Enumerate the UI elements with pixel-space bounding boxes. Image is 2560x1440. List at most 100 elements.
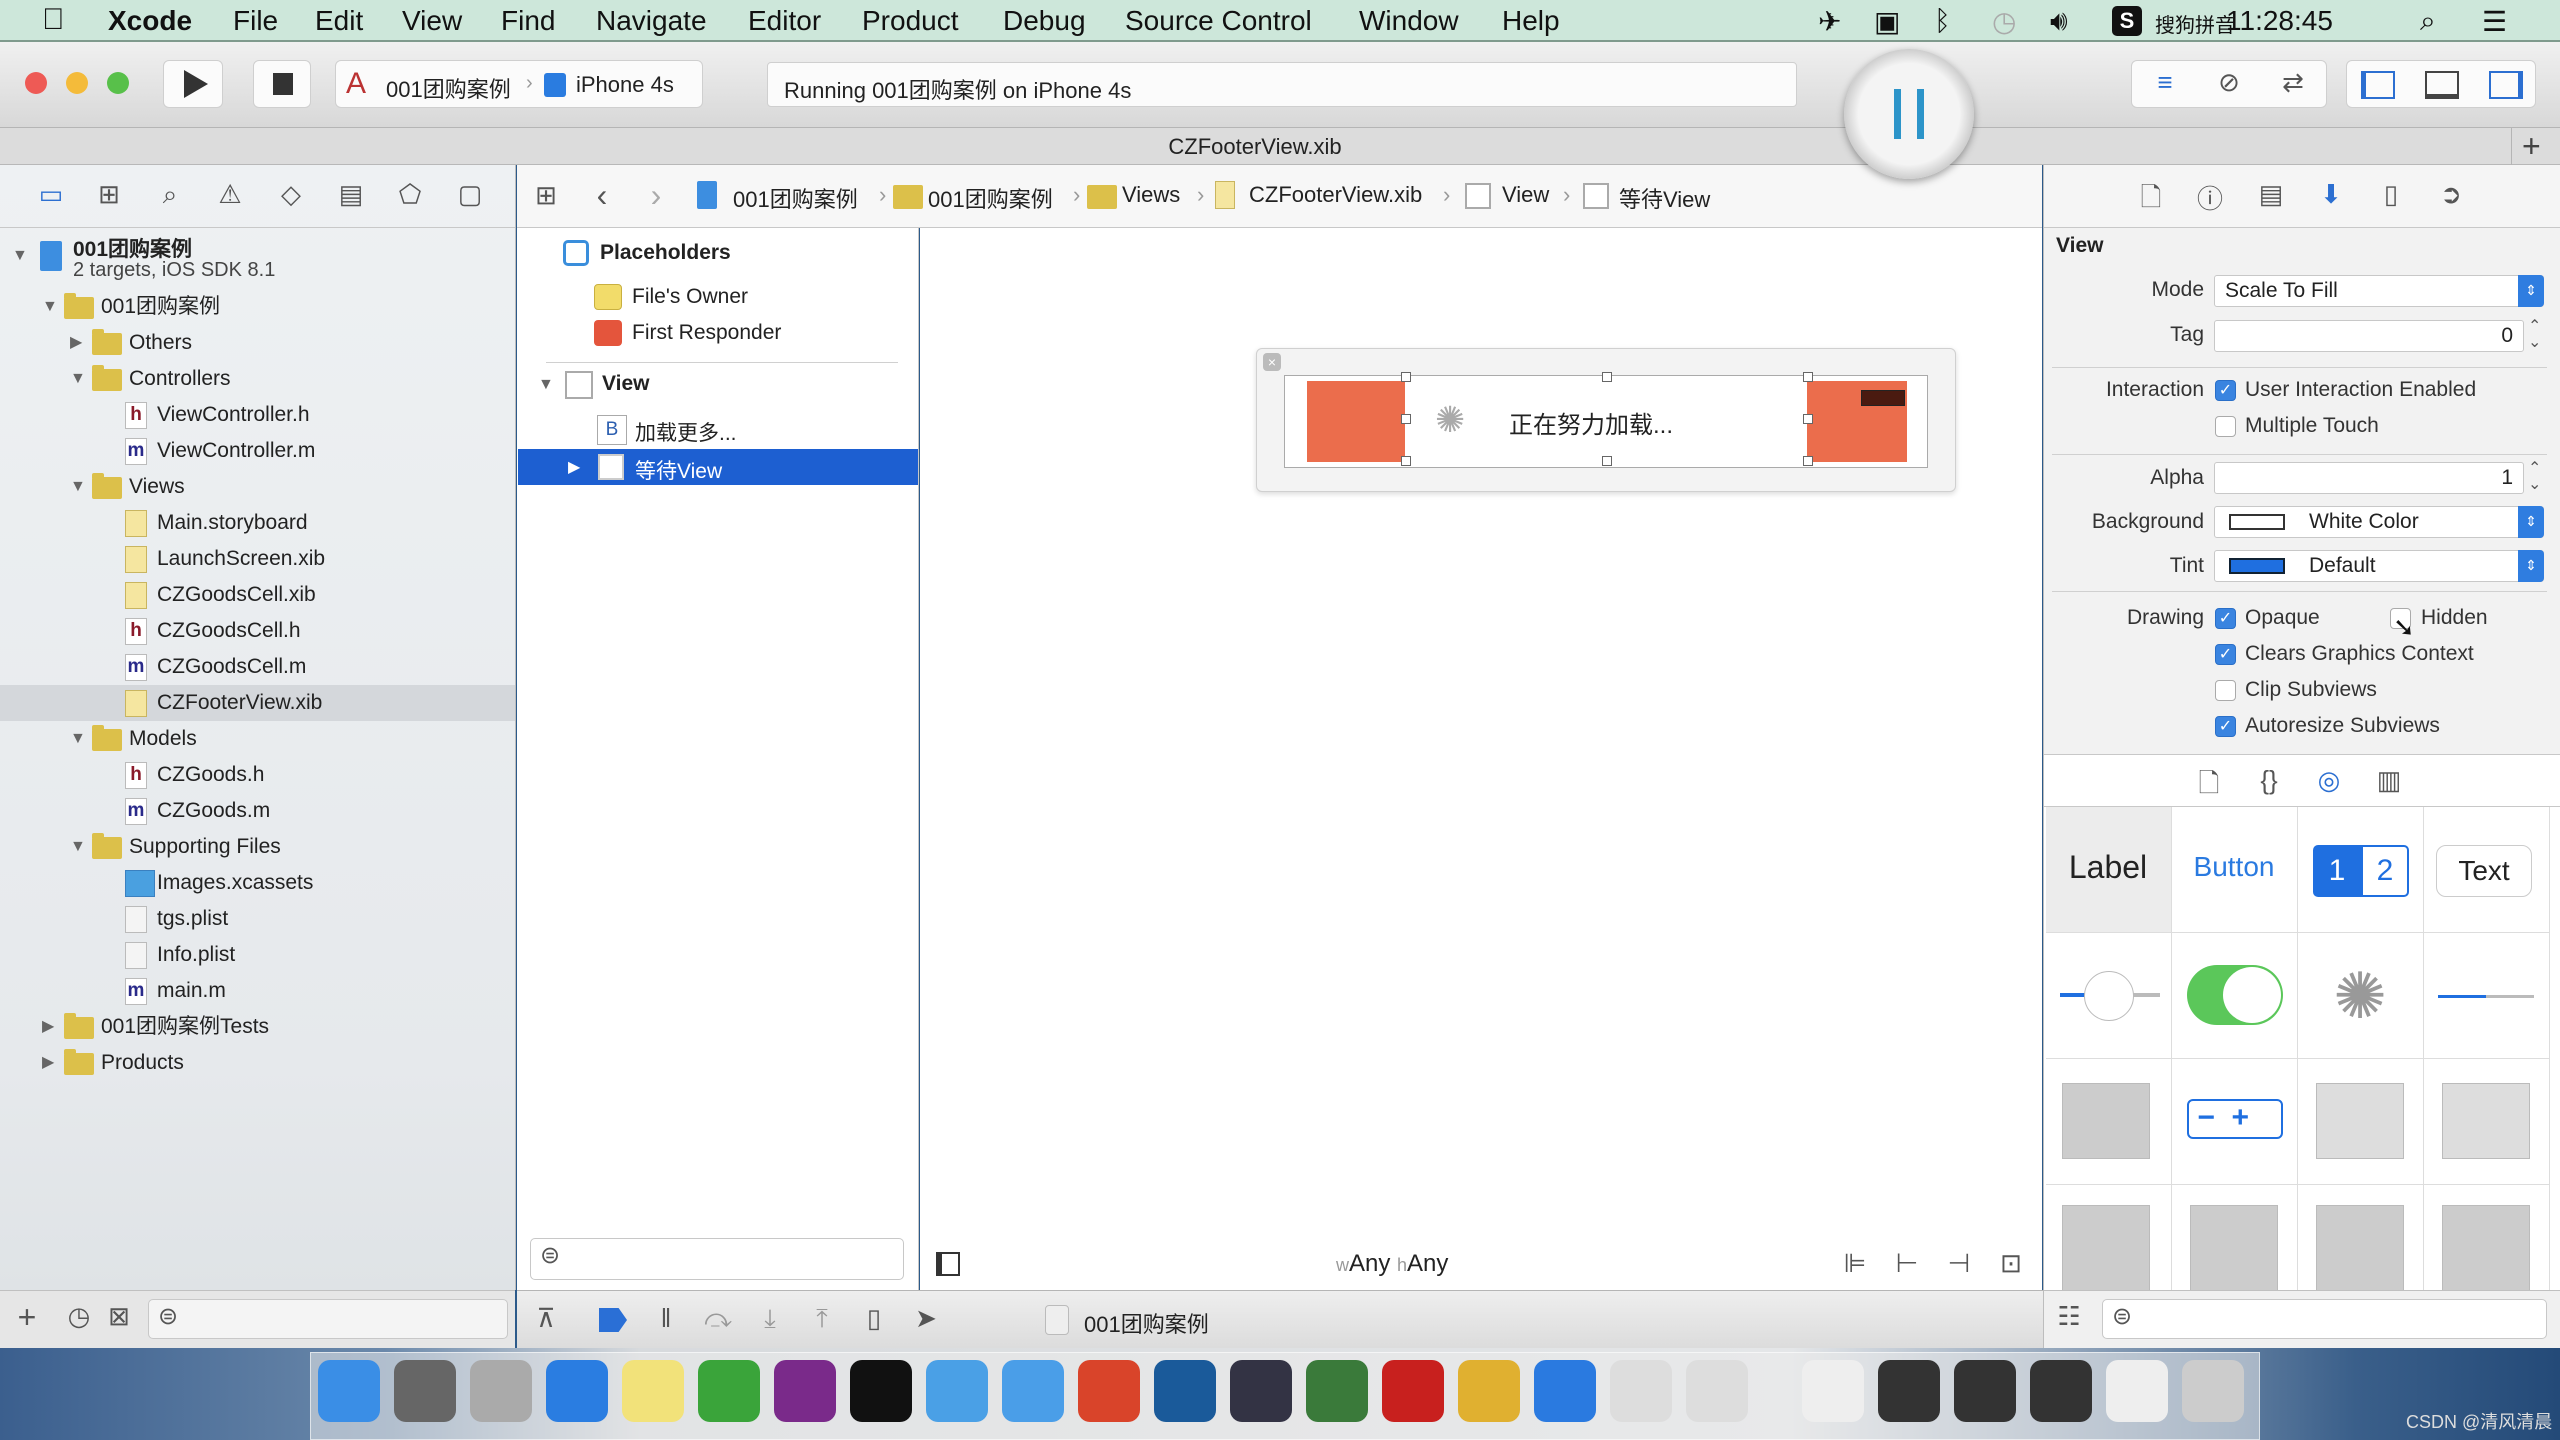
onenote-icon[interactable] <box>774 1360 836 1422</box>
identity-inspector-icon[interactable]: ▤ <box>2256 179 2286 210</box>
standard-editor-icon[interactable]: ≡ <box>2140 67 2190 98</box>
outline-view[interactable]: View <box>602 372 649 396</box>
instruments-icon[interactable] <box>1686 1360 1748 1422</box>
library-collection-view-cell[interactable] <box>2298 1185 2424 1290</box>
align-icon[interactable]: ⊫ <box>1838 1248 1872 1279</box>
disclosure-open-icon[interactable]: ▼ <box>70 361 86 397</box>
trash-icon[interactable] <box>2182 1360 2244 1422</box>
screen-record-icon[interactable]: ▣ <box>1874 5 1900 38</box>
bluetooth-icon[interactable]: ᛒ <box>1934 5 1951 37</box>
file-tree-row[interactable]: ▼ Supporting Files <box>0 829 515 865</box>
folder-icon[interactable] <box>1002 1360 1064 1422</box>
system-preferences-icon[interactable] <box>394 1360 456 1422</box>
movie-app-icon[interactable] <box>1230 1360 1292 1422</box>
breakpoint-navigator-icon[interactable]: ⬠ <box>395 179 425 210</box>
tab-czfooterview[interactable]: CZFooterView.xib <box>0 134 2510 160</box>
library-scroll-view[interactable] <box>2424 1185 2550 1290</box>
run-button[interactable] <box>163 60 223 108</box>
loading-label[interactable]: 正在努力加载... <box>1509 405 1673 440</box>
library-image-view[interactable] <box>2046 1185 2172 1290</box>
close-scene-icon[interactable]: × <box>1263 353 1281 371</box>
sogou-icon[interactable]: S <box>2112 6 2142 36</box>
media-library-icon[interactable]: ▥ <box>2374 765 2404 796</box>
excel-icon[interactable] <box>698 1360 760 1422</box>
debug-view-hierarchy-icon[interactable]: ▯ <box>859 1303 889 1334</box>
breadcrumb-project[interactable]: 001团购案例 <box>733 182 858 214</box>
autoresize-checkbox[interactable]: ✓ <box>2215 716 2236 737</box>
library-segmented-control[interactable]: 1 2 <box>2298 807 2424 933</box>
breadcrumb-views[interactable]: Views <box>1122 182 1180 208</box>
file-tree-row[interactable]: ▼ Views <box>0 469 515 505</box>
file-tree-row[interactable]: LaunchScreen.xib <box>0 541 515 577</box>
file-tree-row[interactable]: tgs.plist <box>0 901 515 937</box>
menu-file[interactable]: File <box>233 5 278 37</box>
breadcrumb-selected-view[interactable]: 等待View <box>1619 182 1710 214</box>
xcode-icon[interactable] <box>926 1360 988 1422</box>
menu-source-control[interactable]: Source Control <box>1125 5 1312 37</box>
safari-icon[interactable] <box>546 1360 608 1422</box>
file-tree-row[interactable]: h ViewController.h <box>0 397 515 433</box>
background-popup[interactable]: White Color ⇕ <box>2214 506 2544 538</box>
volume-icon[interactable]: 🔊︎ <box>2050 5 2068 38</box>
find-navigator-icon[interactable]: ⌕ <box>155 179 185 211</box>
spotlight-search-icon[interactable]: ⌕ <box>2420 5 2436 38</box>
file-tree-row[interactable]: Images.xcassets <box>0 865 515 901</box>
alpha-field[interactable]: 1 <box>2214 462 2524 494</box>
file-template-library-icon[interactable]: 🗋 <box>2194 765 2224 809</box>
menu-debug[interactable]: Debug <box>1003 5 1086 37</box>
object-library-icon[interactable]: ◎ <box>2314 765 2344 796</box>
version-editor-icon[interactable]: ⇄ <box>2268 67 2318 98</box>
menu-navigate[interactable]: Navigate <box>596 5 707 37</box>
zoom-window-button[interactable] <box>107 72 129 94</box>
toggle-navigator-icon[interactable] <box>2361 71 2395 99</box>
multiple-touch-checkbox[interactable] <box>2215 416 2236 437</box>
symbol-navigator-icon[interactable]: ⊞ <box>94 179 124 210</box>
terminal-icon[interactable] <box>850 1360 912 1422</box>
pause-button[interactable] <box>1844 49 1974 179</box>
breakpoints-toggle-icon[interactable] <box>599 1308 627 1332</box>
tag-field[interactable]: 0 <box>2214 320 2524 352</box>
resize-handle[interactable] <box>1401 456 1411 466</box>
user-interaction-checkbox[interactable]: ✓ <box>2215 380 2236 401</box>
back-button[interactable]: ‹ <box>589 177 615 214</box>
quick-help-icon[interactable]: ⓘ <box>2195 179 2225 216</box>
outline-first-responder[interactable]: First Responder <box>632 321 781 345</box>
launchpad-icon[interactable] <box>470 1360 532 1422</box>
toggle-outline-icon[interactable] <box>936 1252 960 1276</box>
disclosure-open-icon[interactable]: ▼ <box>70 469 86 505</box>
attributes-inspector-icon[interactable]: ⬇ <box>2316 179 2346 210</box>
footer-view-scene[interactable]: × ✺ 正在努力加载... <box>1256 348 1956 492</box>
resize-handle[interactable] <box>1803 414 1813 424</box>
outline-selected-row[interactable]: ▶ 等待View <box>518 449 918 485</box>
menu-product[interactable]: Product <box>862 5 959 37</box>
step-into-icon[interactable]: ⤓ <box>755 1303 785 1335</box>
tag-stepper[interactable]: ⌃ ⌄ <box>2528 319 2541 351</box>
time-machine-icon[interactable]: ◷ <box>1992 5 2016 38</box>
assistant-editor-icon[interactable]: ⊘ <box>2204 67 2254 98</box>
hide-debug-area-icon[interactable]: ⊼ <box>531 1303 561 1334</box>
toggle-utilities-icon[interactable] <box>2489 71 2523 99</box>
mode-popup[interactable]: Scale To Fill ⇕ <box>2214 275 2544 307</box>
menu-help[interactable]: Help <box>1502 5 1560 37</box>
issue-navigator-icon[interactable]: ⚠ <box>215 179 245 210</box>
outline-files-owner[interactable]: File's Owner <box>632 285 748 309</box>
source-control-filter-icon[interactable]: ⊠ <box>104 1301 134 1332</box>
library-activity-indicator[interactable]: ✺ <box>2298 933 2424 1059</box>
screen-sharing-icon[interactable] <box>2030 1360 2092 1422</box>
resize-handle[interactable] <box>1401 372 1411 382</box>
resize-handle[interactable] <box>1803 456 1813 466</box>
resize-handle[interactable] <box>1602 456 1612 466</box>
library-filter-input[interactable]: ⊜ <box>2102 1299 2547 1339</box>
file-tree-row[interactable]: ▶ Products <box>0 1045 515 1081</box>
breadcrumb-view[interactable]: View <box>1502 182 1549 208</box>
library-text-field[interactable]: Text <box>2424 807 2550 933</box>
disclosure-open-icon[interactable]: ▼ <box>12 247 28 265</box>
alpha-stepper[interactable]: ⌃ ⌄ <box>2528 461 2541 493</box>
menu-edit[interactable]: Edit <box>315 5 363 37</box>
file-tree-row[interactable]: m CZGoods.m <box>0 793 515 829</box>
tint-popup[interactable]: Default ⇕ <box>2214 550 2544 582</box>
finder-icon[interactable] <box>318 1360 380 1422</box>
forward-button[interactable]: › <box>643 177 669 214</box>
add-file-icon[interactable]: + <box>12 1299 42 1336</box>
clock[interactable]: 11:28:45 <box>2226 5 2333 37</box>
